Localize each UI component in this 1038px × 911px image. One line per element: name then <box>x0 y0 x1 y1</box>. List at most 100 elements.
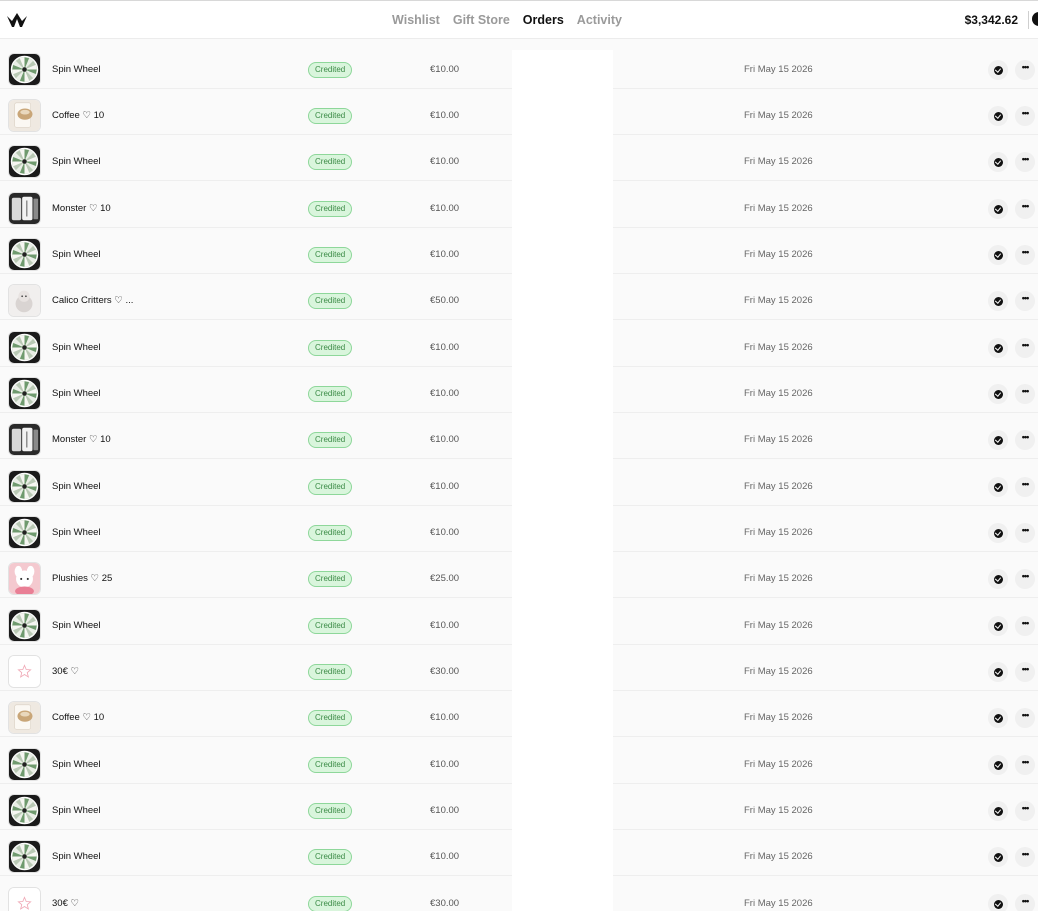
order-date: Fri May 15 2026 <box>744 434 813 445</box>
order-amount: €10.00 <box>430 434 460 445</box>
order-amount: €10.00 <box>430 203 460 214</box>
order-date: Fri May 15 2026 <box>744 805 813 816</box>
order-date: Fri May 15 2026 <box>744 110 813 121</box>
order-date: Fri May 15 2026 <box>744 481 813 492</box>
crown-leaf-logo-icon[interactable] <box>6 12 28 29</box>
more-options-icon[interactable]: ••• <box>1015 523 1035 543</box>
check-circle-icon[interactable] <box>988 662 1008 682</box>
spin-wheel-thumbnail <box>8 238 41 271</box>
order-item-name: Coffee ♡ 10 <box>52 110 105 121</box>
status-badge: Credited <box>308 293 353 309</box>
more-options-icon[interactable]: ••• <box>1015 245 1035 265</box>
more-options-icon[interactable]: ••• <box>1015 152 1035 172</box>
check-circle-icon[interactable] <box>988 152 1008 172</box>
status-badge: Credited <box>308 849 353 865</box>
spin-wheel-thumbnail <box>8 53 41 86</box>
check-circle-icon[interactable] <box>988 430 1008 450</box>
tab-orders[interactable]: Orders <box>523 13 564 27</box>
order-date: Fri May 15 2026 <box>744 64 813 75</box>
more-options-icon[interactable]: ••• <box>1015 199 1035 219</box>
status-badge: Credited <box>308 803 353 819</box>
check-circle-icon[interactable] <box>988 291 1008 311</box>
more-options-icon[interactable]: ••• <box>1015 847 1035 867</box>
order-amount: €10.00 <box>430 712 460 723</box>
check-circle-icon[interactable] <box>988 894 1008 911</box>
order-date: Fri May 15 2026 <box>744 342 813 353</box>
check-circle-icon[interactable] <box>988 523 1008 543</box>
order-item-name: Spin Wheel <box>52 249 101 260</box>
more-options-icon[interactable]: ••• <box>1015 616 1035 636</box>
more-options-icon[interactable]: ••• <box>1015 106 1035 126</box>
order-date: Fri May 15 2026 <box>744 573 813 584</box>
check-circle-icon[interactable] <box>988 106 1008 126</box>
more-options-icon[interactable]: ••• <box>1015 755 1035 775</box>
order-amount: €10.00 <box>430 156 460 167</box>
check-circle-icon[interactable] <box>988 245 1008 265</box>
order-item-name: 30€ ♡ <box>52 666 80 677</box>
plushies-thumbnail <box>8 562 41 595</box>
coffee-thumbnail <box>8 701 41 734</box>
check-circle-icon[interactable] <box>988 847 1008 867</box>
order-date: Fri May 15 2026 <box>744 527 813 538</box>
more-options-icon[interactable]: ••• <box>1015 662 1035 682</box>
order-amount: €10.00 <box>430 620 460 631</box>
more-options-icon[interactable]: ••• <box>1015 569 1035 589</box>
order-amount: €30.00 <box>430 898 460 909</box>
order-item-name: Spin Wheel <box>52 620 101 631</box>
check-circle-icon[interactable] <box>988 616 1008 636</box>
order-item-name: Monster ♡ 10 <box>52 203 111 214</box>
order-item-name: Spin Wheel <box>52 851 101 862</box>
order-item-name: Plushies ♡ 25 <box>52 573 113 584</box>
check-circle-icon[interactable] <box>988 708 1008 728</box>
order-amount: €10.00 <box>430 527 460 538</box>
more-options-icon[interactable]: ••• <box>1015 894 1035 911</box>
more-options-icon[interactable]: ••• <box>1015 430 1035 450</box>
more-options-icon[interactable]: ••• <box>1015 291 1035 311</box>
more-options-icon[interactable]: ••• <box>1015 60 1035 80</box>
more-options-icon[interactable]: ••• <box>1015 708 1035 728</box>
check-circle-icon[interactable] <box>988 338 1008 358</box>
spin-wheel-thumbnail <box>8 609 41 642</box>
more-options-icon[interactable]: ••• <box>1015 338 1035 358</box>
spin-wheel-thumbnail <box>8 794 41 827</box>
order-date: Fri May 15 2026 <box>744 388 813 399</box>
tab-wishlist[interactable]: Wishlist <box>392 13 440 27</box>
tab-gift-store[interactable]: Gift Store <box>453 13 510 27</box>
order-date: Fri May 15 2026 <box>744 898 813 909</box>
order-amount: €10.00 <box>430 481 460 492</box>
order-date: Fri May 15 2026 <box>744 203 813 214</box>
check-circle-icon[interactable] <box>988 569 1008 589</box>
order-date: Fri May 15 2026 <box>744 295 813 306</box>
order-item-name: Spin Wheel <box>52 388 101 399</box>
check-circle-icon[interactable] <box>988 60 1008 80</box>
check-circle-icon[interactable] <box>988 801 1008 821</box>
status-badge: Credited <box>308 154 353 170</box>
status-badge: Credited <box>308 386 353 402</box>
order-date: Fri May 15 2026 <box>744 249 813 260</box>
order-item-name: Spin Wheel <box>52 342 101 353</box>
order-date: Fri May 15 2026 <box>744 620 813 631</box>
tab-activity[interactable]: Activity <box>577 13 622 27</box>
check-circle-icon[interactable] <box>988 477 1008 497</box>
more-options-icon[interactable]: ••• <box>1015 384 1035 404</box>
check-circle-icon[interactable] <box>988 199 1008 219</box>
order-date: Fri May 15 2026 <box>744 712 813 723</box>
spin-wheel-thumbnail <box>8 331 41 364</box>
more-options-icon[interactable]: ••• <box>1015 477 1035 497</box>
spin-wheel-thumbnail <box>8 840 41 873</box>
spin-wheel-thumbnail <box>8 145 41 178</box>
more-options-icon[interactable]: ••• <box>1015 801 1035 821</box>
status-badge: Credited <box>308 432 353 448</box>
check-circle-icon[interactable] <box>988 755 1008 775</box>
order-amount: €10.00 <box>430 388 460 399</box>
avatar[interactable] <box>1032 12 1038 26</box>
order-item-name: Calico Critters ♡ ... <box>52 295 134 306</box>
calico-critters-thumbnail <box>8 284 41 317</box>
order-item-name: Spin Wheel <box>52 805 101 816</box>
check-circle-icon[interactable] <box>988 384 1008 404</box>
order-item-name: 30€ ♡ <box>52 898 80 909</box>
account-balance[interactable]: $3,342.62 <box>965 13 1018 27</box>
order-item-name: Monster ♡ 10 <box>52 434 111 445</box>
status-badge: Credited <box>308 757 353 773</box>
order-item-name: Spin Wheel <box>52 156 101 167</box>
